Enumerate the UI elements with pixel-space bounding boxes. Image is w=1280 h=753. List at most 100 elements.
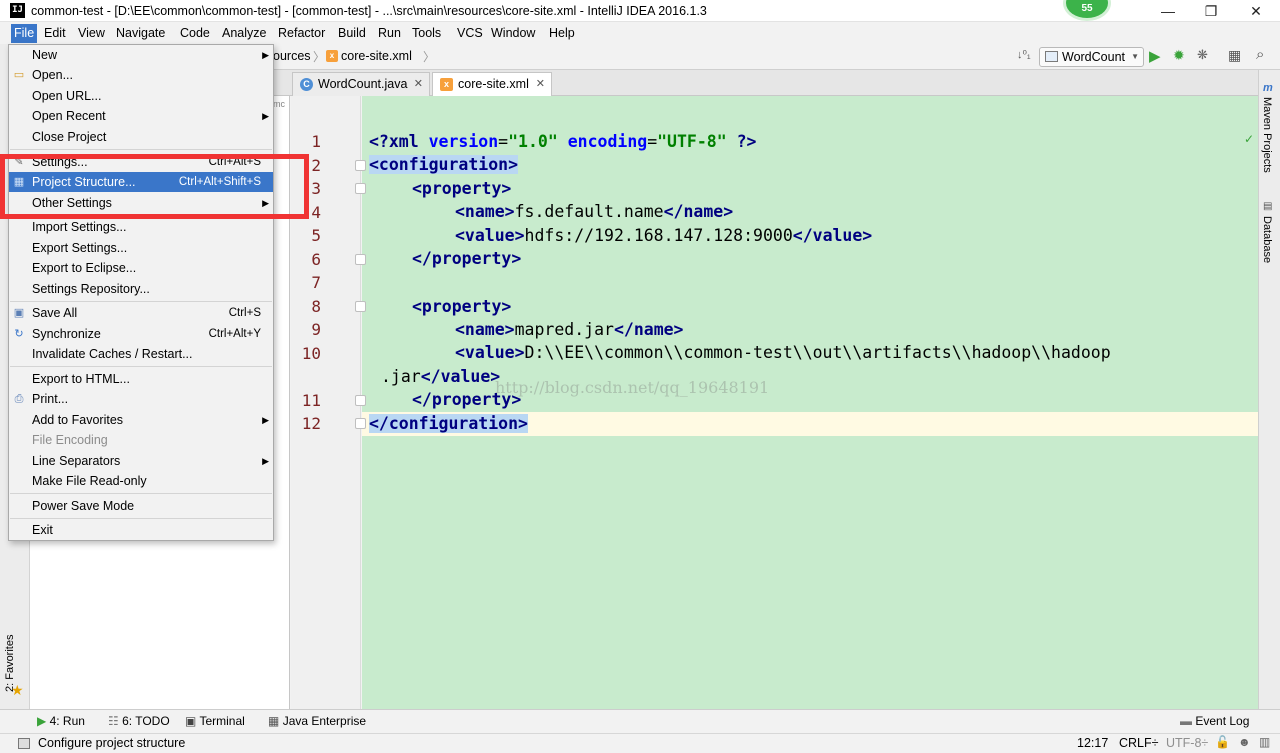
line-number: 8 xyxy=(311,297,321,316)
menu-build[interactable]: Build xyxy=(335,24,369,43)
menu-item-open-recent[interactable]: Open Recent ▶ xyxy=(9,106,273,126)
tool-window-toggle-icon[interactable] xyxy=(18,738,30,749)
print-icon: ⎙ xyxy=(14,393,24,405)
chevron-down-icon: ▼ xyxy=(1131,52,1139,61)
fold-marker-icon[interactable] xyxy=(355,183,366,194)
menu-edit[interactable]: Edit xyxy=(41,24,69,43)
todo-tool-label: 6: TODO xyxy=(122,714,170,728)
menu-vcs[interactable]: VCS xyxy=(454,24,486,43)
fold-marker-icon[interactable] xyxy=(355,160,366,171)
line-number: 7 xyxy=(311,273,321,292)
run-tool-label: 4: Run xyxy=(49,714,85,728)
coverage-icon[interactable]: ❋ xyxy=(1197,47,1208,63)
line-number: 6 xyxy=(311,250,321,269)
menu-item-add-favorites[interactable]: Add to Favorites ▶ xyxy=(9,410,273,430)
restore-button[interactable]: ❐ xyxy=(1188,0,1234,22)
hector-icon[interactable]: ☻ xyxy=(1238,735,1251,749)
menu-separator xyxy=(10,493,272,494)
menu-item-open-url[interactable]: Open URL... xyxy=(9,86,273,106)
run-icon: ▶ xyxy=(37,714,47,728)
menu-item-import-settings[interactable]: Import Settings... xyxy=(9,217,273,237)
menu-item-synchronize[interactable]: ↻ Synchronize Ctrl+Alt+Y xyxy=(9,324,273,344)
menu-item-export-html[interactable]: Export to HTML... xyxy=(9,369,273,389)
menu-item-print[interactable]: ⎙ Print... xyxy=(9,389,273,409)
code-line-12: </configuration> xyxy=(369,414,528,433)
menu-window[interactable]: Window xyxy=(488,24,538,43)
xml-file-icon: x xyxy=(326,50,338,62)
database-tool-button[interactable]: Database xyxy=(1261,216,1273,263)
menu-code[interactable]: Code xyxy=(177,24,213,43)
fold-marker-icon[interactable] xyxy=(355,418,366,429)
fold-marker-icon[interactable] xyxy=(355,301,366,312)
menu-item-line-separators[interactable]: Line Separators ▶ xyxy=(9,451,273,471)
run-configuration-label: WordCount xyxy=(1062,50,1125,64)
line-number: 1 xyxy=(311,132,321,151)
menu-view[interactable]: View xyxy=(75,24,108,43)
menu-run[interactable]: Run xyxy=(375,24,404,43)
menu-item-save-all[interactable]: ▣ Save All Ctrl+S xyxy=(9,303,273,323)
menu-analyze[interactable]: Analyze xyxy=(219,24,269,43)
event-log-label: Event Log xyxy=(1195,714,1250,728)
minimize-button[interactable]: — xyxy=(1145,0,1191,22)
menu-item-export-eclipse[interactable]: Export to Eclipse... xyxy=(9,258,273,278)
run-configuration-select[interactable]: WordCount ▼ xyxy=(1039,47,1144,67)
menu-item-settings-repository[interactable]: Settings Repository... xyxy=(9,279,273,299)
close-tab-icon[interactable]: ✕ xyxy=(414,73,423,96)
code-line-10: <value>D:\\EE\\common\\common-test\\out\… xyxy=(455,343,1111,362)
tab-wordcount-java[interactable]: C WordCount.java ✕ xyxy=(292,72,430,96)
fold-marker-icon[interactable] xyxy=(355,395,366,406)
menu-separator xyxy=(10,301,272,302)
debug-icon[interactable]: ✹ xyxy=(1173,47,1185,64)
line-separator[interactable]: CRLF÷ xyxy=(1119,736,1159,750)
code-line-10-wrap: .jar</value> xyxy=(381,367,501,386)
run-tool-button[interactable]: ▶ 4: Run xyxy=(37,714,85,728)
fold-marker-icon[interactable] xyxy=(355,254,366,265)
sort-icon[interactable]: ↓⁰₁ xyxy=(1017,48,1031,61)
status-message: Configure project structure xyxy=(38,736,186,750)
close-button[interactable]: ✕ xyxy=(1233,0,1279,22)
line-number: 10 xyxy=(301,344,321,363)
menu-item-power-save-mode[interactable]: Power Save Mode xyxy=(9,496,273,516)
menu-navigate[interactable]: Navigate xyxy=(113,24,168,43)
breadcrumb-file[interactable]: core-site.xml xyxy=(341,49,412,63)
java-enterprise-tool-button[interactable]: ▦ Java Enterprise xyxy=(268,714,366,728)
breadcrumb-resources[interactable]: ources xyxy=(273,49,311,63)
menu-item-file-encoding: File Encoding xyxy=(32,433,108,447)
search-icon[interactable]: ⌕ xyxy=(1256,46,1264,63)
submenu-arrow-icon: ▶ xyxy=(262,415,269,425)
todo-tool-button[interactable]: ☷ 6: TODO xyxy=(108,714,170,728)
run-button[interactable]: ▶ xyxy=(1149,47,1161,65)
event-log-button[interactable]: ▬ Event Log xyxy=(1180,714,1249,728)
breadcrumb-separator-icon: 〉 xyxy=(313,50,326,64)
close-tab-icon[interactable]: ✕ xyxy=(536,73,545,96)
menu-item-close-project[interactable]: Close Project xyxy=(9,127,273,147)
code-line-4: <name>fs.default.name</name> xyxy=(455,202,734,221)
xml-file-icon: x xyxy=(440,78,453,91)
project-structure-icon[interactable]: ▦ xyxy=(1228,47,1241,64)
menu-item-invalidate-caches[interactable]: Invalidate Caches / Restart... xyxy=(9,344,273,364)
maven-icon: m xyxy=(1263,82,1273,94)
menu-item-exit[interactable]: Exit xyxy=(9,520,273,540)
menu-file[interactable]: File xyxy=(11,24,38,43)
terminal-tool-button[interactable]: ▣ Terminal xyxy=(185,714,245,728)
code-line-2: <configuration> xyxy=(369,155,519,174)
tab-core-site-xml[interactable]: x core-site.xml ✕ xyxy=(432,72,552,96)
project-pane-partial: mc xyxy=(273,99,285,109)
lock-icon[interactable]: 🔓 xyxy=(1215,735,1230,749)
menu-bar: File Edit View Navigate Code Analyze Ref… xyxy=(0,22,1280,44)
java-enterprise-icon: ▦ xyxy=(268,714,280,728)
menu-item-open[interactable]: ▭ Open... xyxy=(9,65,273,85)
menu-separator xyxy=(10,366,272,367)
database-icon: ▤ xyxy=(1263,201,1273,212)
menu-item-export-settings[interactable]: Export Settings... xyxy=(9,238,273,258)
menu-item-make-read-only[interactable]: Make File Read-only xyxy=(9,471,273,491)
maven-projects-tool-button[interactable]: Maven Projects xyxy=(1261,97,1273,173)
menu-refactor[interactable]: Refactor xyxy=(275,24,328,43)
menu-tools[interactable]: Tools xyxy=(409,24,444,43)
menu-help[interactable]: Help xyxy=(546,24,578,43)
file-encoding[interactable]: UTF-8÷ xyxy=(1166,736,1208,750)
caret-position[interactable]: 12:17 xyxy=(1077,736,1108,750)
menu-item-new[interactable]: New ▶ xyxy=(9,45,273,65)
java-enterprise-tool-label: Java Enterprise xyxy=(282,714,367,728)
run-config-icon xyxy=(1045,51,1058,62)
